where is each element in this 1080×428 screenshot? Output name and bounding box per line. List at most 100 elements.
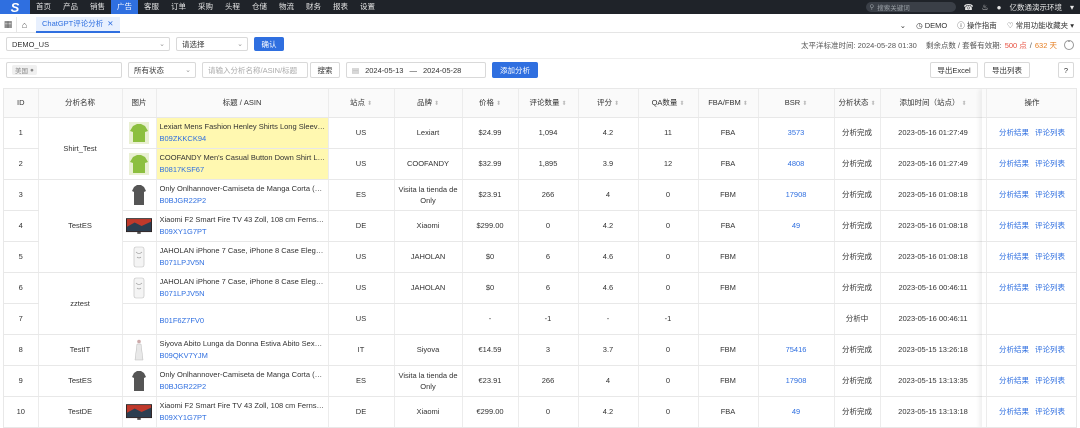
nav-item[interactable]: 广告 (111, 0, 138, 14)
analysis-result-link[interactable]: 分析结果 (999, 128, 1029, 137)
bsr-link[interactable]: 49 (792, 407, 800, 416)
secondary-select[interactable]: 请选择 ⌄ (176, 37, 248, 51)
asin-link[interactable]: B09XY1G7PT (160, 227, 325, 236)
asin-link[interactable]: B09XY1G7PT (160, 413, 325, 422)
nav-item[interactable]: 订单 (165, 0, 192, 14)
add-analysis-button[interactable]: 添加分析 (492, 62, 538, 78)
review-list-link[interactable]: 评论列表 (1035, 128, 1065, 137)
analysis-result-link[interactable]: 分析结果 (999, 159, 1029, 168)
column-header[interactable]: FBA/FBM ⬍ (698, 89, 759, 118)
sort-icon[interactable]: ⬍ (870, 101, 875, 107)
nav-item[interactable]: 设置 (354, 0, 381, 14)
bsr-link[interactable]: 17908 (786, 190, 807, 199)
favorites-link[interactable]: ♡ 常用功能收藏夹 ▾ (1007, 20, 1074, 31)
nav-item[interactable]: 采购 (192, 0, 219, 14)
export-list-button[interactable]: 导出列表 (984, 62, 1030, 78)
grid-menu-icon[interactable]: ▦ (0, 17, 16, 33)
analysis-result-link[interactable]: 分析结果 (999, 221, 1029, 230)
product-title[interactable]: Siyova Abito Lunga da Donna Estiva Abito… (160, 339, 326, 348)
confirm-button[interactable]: 确认 (254, 37, 284, 51)
analysis-result-link[interactable]: 分析结果 (999, 345, 1029, 354)
product-title[interactable]: JAHOLAN iPhone 7 Case, iPhone 8 Case Ele… (160, 246, 326, 255)
site-select[interactable]: 美国 ● (6, 62, 122, 78)
review-list-link[interactable]: 评论列表 (1035, 376, 1065, 385)
sort-icon[interactable]: ⬍ (561, 101, 566, 107)
review-list-link[interactable]: 评论列表 (1035, 345, 1065, 354)
analysis-result-link[interactable]: 分析结果 (999, 190, 1029, 199)
asin-link[interactable]: B071LPJV5N (160, 258, 325, 267)
nav-item[interactable]: 产品 (57, 0, 84, 14)
date-range-picker[interactable]: ▤ 2024-05-13 — 2024-05-28 (346, 62, 486, 78)
bell-icon[interactable]: ♨ (981, 3, 988, 12)
sort-icon[interactable]: ⬍ (679, 101, 684, 107)
column-header[interactable]: 站点 ⬍ (328, 89, 395, 118)
asin-link[interactable]: B01F6Z7FV0 (160, 316, 325, 325)
asin-link[interactable]: B09QKV7YJM (160, 351, 325, 360)
guide-link[interactable]: ⓘ 操作指南 (957, 20, 997, 31)
column-header[interactable]: BSR ⬍ (758, 89, 835, 118)
nav-item[interactable]: 物流 (273, 0, 300, 14)
keyword-input[interactable]: 请输入分析名称/ASIN/标题 (202, 62, 308, 78)
review-list-link[interactable]: 评论列表 (1035, 283, 1065, 292)
headset-icon[interactable]: ☎ (964, 3, 974, 12)
chevron-down-icon[interactable]: ⌄ (900, 21, 906, 30)
column-header[interactable]: 品牌 ⬍ (394, 89, 463, 118)
nav-item[interactable]: 首页 (30, 0, 57, 14)
nav-item[interactable]: 销售 (84, 0, 111, 14)
nav-item[interactable]: 仓储 (246, 0, 273, 14)
sort-icon[interactable]: ⬍ (367, 101, 372, 107)
analysis-result-link[interactable]: 分析结果 (999, 376, 1029, 385)
nav-item[interactable]: 报表 (327, 0, 354, 14)
product-title[interactable]: Xiaomi F2 Smart Fire TV 43 Zoll, 108 cm … (160, 401, 326, 410)
nav-item[interactable]: 财务 (300, 0, 327, 14)
sort-icon[interactable]: ⬍ (496, 101, 501, 107)
tab-chatgpt-review-analysis[interactable]: ChatGPT评论分析 ✕ (36, 16, 120, 33)
search-button[interactable]: 搜索 (310, 62, 340, 78)
asin-link[interactable]: B071LPJV5N (160, 289, 325, 298)
review-list-link[interactable]: 评论列表 (1035, 252, 1065, 261)
asin-link[interactable]: B0BJGR22P2 (160, 382, 325, 391)
user-name[interactable]: 亿数通演示环境 (1009, 2, 1062, 13)
bsr-link[interactable]: 17908 (786, 376, 807, 385)
column-header[interactable]: QA数量 ⬍ (638, 89, 699, 118)
bsr-link[interactable]: 49 (792, 221, 800, 230)
product-title[interactable]: COOFANDY Men's Casual Button Down Shirt … (160, 153, 326, 162)
column-header[interactable]: 分析状态 ⬍ (834, 89, 881, 118)
sort-icon[interactable]: ⬍ (802, 101, 807, 107)
help-icon[interactable]: ? (1058, 62, 1074, 78)
column-header[interactable]: 评分 ⬍ (578, 89, 639, 118)
product-title[interactable]: Xiaomi F2 Smart Fire TV 43 Zoll, 108 cm … (160, 215, 326, 224)
status-select[interactable]: 所有状态 ⌄ (128, 62, 196, 78)
review-list-link[interactable]: 评论列表 (1035, 159, 1065, 168)
sort-icon[interactable]: ⬍ (614, 101, 619, 107)
close-icon[interactable]: ✕ (107, 19, 113, 28)
home-icon[interactable]: ⌂ (16, 16, 32, 33)
analysis-result-link[interactable]: 分析结果 (999, 283, 1029, 292)
column-header[interactable]: 价格 ⬍ (462, 89, 519, 118)
global-search-input[interactable]: ⚲ 搜索关键词 (865, 2, 956, 12)
product-title[interactable]: Only Onlhannover-Camiseta de Manga Corta… (160, 370, 326, 379)
collapse-icon[interactable]: ˆ (1064, 40, 1074, 50)
export-excel-button[interactable]: 导出Excel (930, 62, 978, 78)
bsr-link[interactable]: 3573 (788, 128, 805, 137)
sort-icon[interactable]: ⬍ (961, 101, 966, 107)
demo-link[interactable]: ◷ DEMO (916, 21, 947, 30)
review-list-link[interactable]: 评论列表 (1035, 407, 1065, 416)
bsr-link[interactable]: 75416 (786, 345, 807, 354)
sort-icon[interactable]: ⬍ (434, 101, 439, 107)
column-header[interactable]: 评论数量 ⬍ (518, 89, 579, 118)
review-list-link[interactable]: 评论列表 (1035, 221, 1065, 230)
asin-link[interactable]: B0817KSF67 (160, 165, 325, 174)
product-title[interactable]: JAHOLAN iPhone 7 Case, iPhone 8 Case Ele… (160, 277, 326, 286)
product-title[interactable]: Only Onlhannover-Camiseta de Manga Corta… (160, 184, 326, 193)
close-icon[interactable]: ● (30, 67, 34, 74)
nav-item[interactable]: 客服 (138, 0, 165, 14)
product-title[interactable]: Lexiart Mens Fashion Henley Shirts Long … (160, 122, 326, 131)
sort-icon[interactable]: ⬍ (743, 101, 748, 107)
asin-link[interactable]: B0BJGR22P2 (160, 196, 325, 205)
review-list-link[interactable]: 评论列表 (1035, 190, 1065, 199)
column-header[interactable]: 添加时间（站点） ⬍ (880, 89, 987, 118)
analysis-result-link[interactable]: 分析结果 (999, 407, 1029, 416)
chevron-down-icon[interactable]: ▾ (1070, 3, 1074, 12)
bsr-link[interactable]: 4808 (788, 159, 805, 168)
